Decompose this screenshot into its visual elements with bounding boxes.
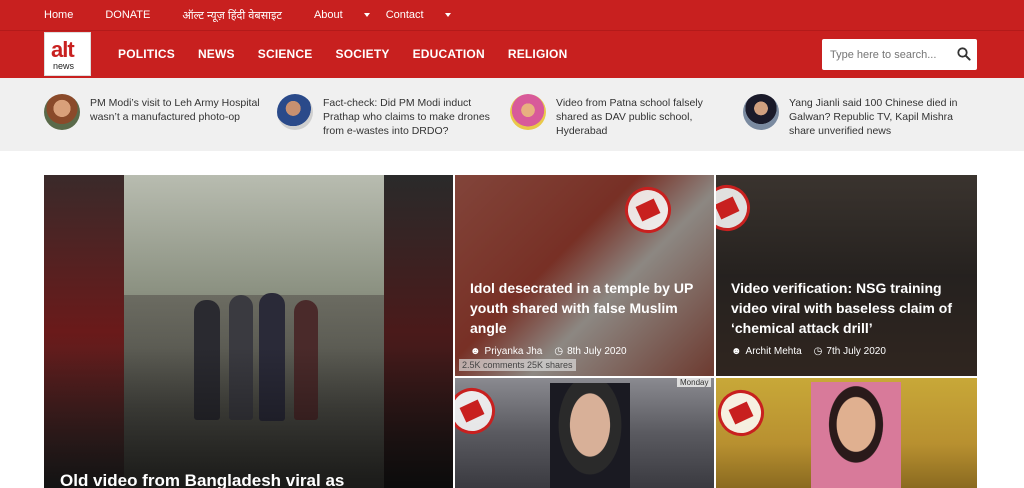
nav-item-religion[interactable]: RELIGION xyxy=(508,47,568,61)
trending-thumbnail xyxy=(277,94,313,130)
search-input[interactable] xyxy=(830,46,950,63)
top-link-hindi-label: ऑल्ट न्यूज़ हिंदी वेबसाइट xyxy=(182,9,282,22)
top-link-about[interactable]: About xyxy=(314,9,370,21)
photo-person xyxy=(811,382,901,488)
fact-check-badge-icon xyxy=(455,380,503,442)
user-icon: ☻ xyxy=(470,346,481,357)
tile-shade xyxy=(44,175,453,488)
top-link-donate[interactable]: DONATE xyxy=(105,9,166,21)
nav-menu: POLITICS NEWS SCIENCE SOCIETY EDUCATION … xyxy=(118,30,590,78)
trending-thumbnail xyxy=(44,94,80,130)
nav-item-news[interactable]: NEWS xyxy=(198,47,235,61)
featured-tile-4[interactable]: Monday xyxy=(455,378,714,488)
top-link-hindi-site[interactable]: ऑल्ट न्यूज़ हिंदी वेबसाइट xyxy=(182,8,298,23)
trending-thumbnail xyxy=(510,94,546,130)
featured-tile-3[interactable]: Video verification: NSG training video v… xyxy=(716,175,977,376)
trending-item[interactable]: Yang Jianli said 100 Chinese died in Gal… xyxy=(743,92,983,138)
featured-tile-2-title[interactable]: Idol desecrated in a temple by UP youth … xyxy=(470,278,705,338)
trending-title: Fact-check: Did PM Modi induct Prathap w… xyxy=(323,97,490,137)
featured-tile-2-meta: ☻ Priyanka Jha ◷ 8th July 2020 xyxy=(470,346,627,357)
user-icon: ☻ xyxy=(731,346,742,357)
author-name[interactable]: Priyanka Jha xyxy=(485,346,543,357)
top-link-home[interactable]: Home xyxy=(44,9,89,21)
featured-tile-2[interactable]: Idol desecrated in a temple by UP youth … xyxy=(455,175,714,376)
tile-label: Monday xyxy=(677,378,712,387)
top-link-donate-label: DONATE xyxy=(105,9,151,21)
trending-thumbnail xyxy=(743,94,779,130)
top-link-contact-label: Contact xyxy=(385,9,424,21)
site-logo[interactable]: alt news xyxy=(44,32,91,76)
chevron-down-icon xyxy=(363,13,370,17)
author-name[interactable]: Archit Mehta xyxy=(746,346,802,357)
featured-main-tile[interactable]: Old video from Bangladesh viral as xyxy=(44,175,453,488)
trending-title: Yang Jianli said 100 Chinese died in Gal… xyxy=(789,97,958,137)
featured-tile-3-meta: ☻ Archit Mehta ◷ 7th July 2020 xyxy=(731,346,886,357)
featured-tile-5[interactable] xyxy=(716,378,977,488)
featured-main-title[interactable]: Old video from Bangladesh viral as xyxy=(60,471,440,488)
top-link-about-label: About xyxy=(313,9,343,21)
nav-item-society[interactable]: SOCIETY xyxy=(336,47,390,61)
top-link-contact[interactable]: Contact xyxy=(386,9,451,21)
trending-item[interactable]: Fact-check: Did PM Modi induct Prathap w… xyxy=(277,92,507,138)
fact-check-badge-icon xyxy=(716,382,772,444)
trending-item[interactable]: PM Modi’s visit to Leh Army Hospital was… xyxy=(44,92,260,138)
trending-title: Video from Patna school falsely shared a… xyxy=(556,97,703,137)
trending-item[interactable]: Video from Patna school falsely shared a… xyxy=(510,92,735,138)
nav-item-science[interactable]: SCIENCE xyxy=(258,47,313,61)
search-box xyxy=(822,39,977,70)
trending-title: PM Modi’s visit to Leh Army Hospital was… xyxy=(90,97,260,123)
search-icon[interactable] xyxy=(957,47,971,61)
clock-icon: ◷ xyxy=(813,346,823,357)
clock-icon: ◷ xyxy=(554,346,564,357)
logo-alt-text: alt xyxy=(51,37,75,62)
publish-date: 8th July 2020 xyxy=(567,346,627,357)
publish-date: 7th July 2020 xyxy=(826,346,886,357)
logo-news-text: news xyxy=(53,61,75,71)
top-link-home-label: Home xyxy=(44,9,74,21)
featured-tile-3-title[interactable]: Video verification: NSG training video v… xyxy=(731,278,971,338)
chevron-down-icon xyxy=(444,13,451,17)
nav-item-politics[interactable]: POLITICS xyxy=(118,47,175,61)
nav-item-education[interactable]: EDUCATION xyxy=(413,47,485,61)
top-bar: Home DONATE ऑल्ट न्यूज़ हिंदी वेबसाइट Ab… xyxy=(0,0,1024,30)
top-links: Home DONATE ऑल्ट न्यूज़ हिंदी वेबसाइट Ab… xyxy=(44,0,467,30)
photo-person xyxy=(550,383,630,488)
share-stats: 2.5K comments 25K shares xyxy=(459,359,576,371)
